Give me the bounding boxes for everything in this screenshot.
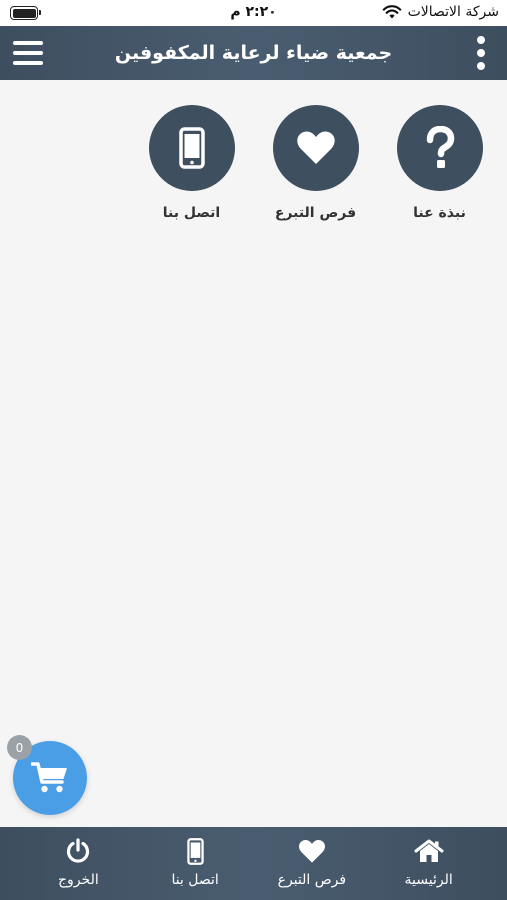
- power-icon: [65, 837, 91, 865]
- nav-item-logout[interactable]: الخروج: [23, 827, 133, 900]
- question-mark-icon: [396, 105, 483, 191]
- hamburger-menu-icon[interactable]: [12, 38, 44, 68]
- tile-donation-opportunities[interactable]: فرص التبرع: [272, 105, 359, 221]
- tile-contact-us[interactable]: اتصل بنا: [148, 105, 235, 221]
- mobile-phone-icon: [148, 105, 235, 191]
- carrier-name: شركة الاتصالات: [407, 4, 499, 20]
- nav-item-contact-us[interactable]: اتصل بنا: [140, 827, 250, 900]
- nav-label: فرص التبرع: [277, 872, 347, 888]
- nav-label: الخروج: [58, 872, 99, 888]
- shortcut-tiles: نبذة عنا فرص التبرع اتصل بنا: [148, 105, 483, 221]
- mobile-phone-icon: [186, 837, 204, 865]
- cart-icon: [31, 762, 67, 793]
- nav-label: الرئيسية: [404, 872, 453, 888]
- tile-label: فرص التبرع: [274, 205, 357, 221]
- vertical-dots-icon[interactable]: [473, 36, 489, 70]
- page-title: جمعية ضياء لرعاية المكفوفين: [114, 42, 393, 64]
- app-header: جمعية ضياء لرعاية المكفوفين: [0, 26, 507, 80]
- tile-label: نبذة عنا: [413, 205, 466, 221]
- home-icon: [414, 837, 444, 865]
- carrier-info: شركة الاتصالات: [382, 4, 499, 20]
- cart-count-badge: 0: [7, 735, 32, 760]
- tile-label: اتصل بنا: [162, 205, 221, 221]
- nav-item-home[interactable]: الرئيسية: [374, 827, 484, 900]
- status-bar: ٢:٢٠ م شركة الاتصالات: [0, 0, 507, 26]
- heart-icon: [298, 837, 326, 865]
- nav-label: اتصل بنا: [171, 872, 219, 888]
- nav-item-donation-opportunities[interactable]: فرص التبرع: [257, 827, 367, 900]
- bottom-nav: الرئيسية فرص التبرع اتصل بنا الخروج: [0, 827, 507, 900]
- tile-about-us[interactable]: نبذة عنا: [396, 105, 483, 221]
- heart-icon: [272, 105, 359, 191]
- wifi-icon: [382, 5, 401, 19]
